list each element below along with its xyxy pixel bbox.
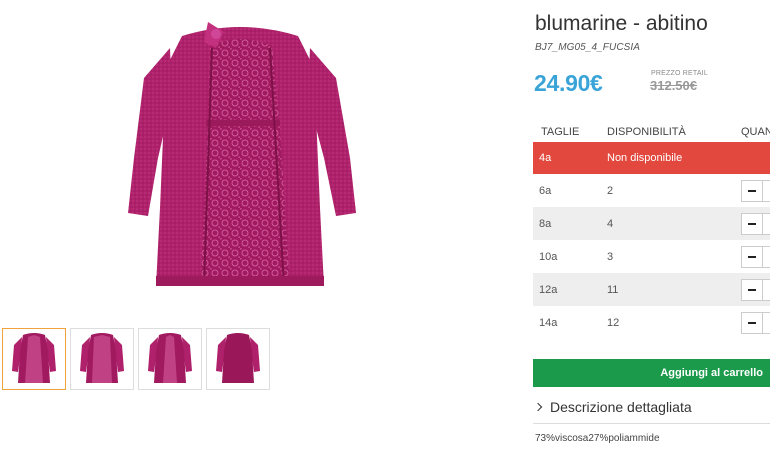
dress-thumbnail-icon xyxy=(216,333,260,383)
table-row: 10a 3 xyxy=(533,240,770,273)
size-cell: 4a xyxy=(539,152,552,164)
quantity-stepper xyxy=(741,179,770,202)
table-row: 4a Non disponibile xyxy=(533,142,770,174)
size-cell: 14a xyxy=(539,316,558,329)
quantity-stepper xyxy=(741,278,770,301)
dress-thumbnail-icon xyxy=(148,333,192,383)
divider xyxy=(533,423,770,424)
table-row: 8a 4 xyxy=(533,207,770,240)
availability-cell: 4 xyxy=(607,217,614,230)
product-main-image[interactable] xyxy=(100,8,380,300)
size-cell: 8a xyxy=(539,217,552,230)
thumbnail-gallery xyxy=(2,328,270,390)
quantity-input[interactable] xyxy=(763,212,770,235)
minus-icon[interactable] xyxy=(741,212,763,235)
minus-icon[interactable] xyxy=(741,245,763,268)
header-availability: DISPONIBILITÀ xyxy=(607,126,686,138)
sizes-table: TAGLIE DISPONIBILITÀ QUANT 4a Non dispon… xyxy=(533,126,770,339)
product-sku: BJ7_MG05_4_FUCSIA xyxy=(535,42,641,53)
size-cell: 6a xyxy=(539,184,552,197)
dress-thumbnail-icon xyxy=(80,333,124,383)
quantity-stepper xyxy=(741,311,770,334)
quantity-input[interactable] xyxy=(763,278,770,301)
thumbnail-2[interactable] xyxy=(70,328,134,390)
product-price: 24.90€ xyxy=(534,70,603,96)
quantity-stepper xyxy=(741,245,770,268)
availability-cell: 12 xyxy=(607,316,620,329)
product-info-panel: blumarine - abitino BJ7_MG05_4_FUCSIA 24… xyxy=(533,0,770,459)
availability-cell: Non disponibile xyxy=(607,152,683,164)
minus-icon[interactable] xyxy=(741,179,763,202)
description-toggle-label: Descrizione dettagliata xyxy=(550,399,692,415)
product-title: blumarine - abitino xyxy=(535,12,708,35)
table-row: 12a 11 xyxy=(533,273,770,306)
table-row: 6a 2 xyxy=(533,174,770,207)
size-cell: 10a xyxy=(539,250,558,263)
minus-icon[interactable] xyxy=(741,311,763,334)
header-sizes: TAGLIE xyxy=(541,126,580,138)
description-toggle[interactable]: Descrizione dettagliata xyxy=(533,399,692,415)
availability-cell: 2 xyxy=(607,184,614,197)
thumbnail-4[interactable] xyxy=(206,328,270,390)
thumbnail-3[interactable] xyxy=(138,328,202,390)
header-quantity: QUANT xyxy=(741,126,770,138)
retail-price-label: PREZZO RETAIL xyxy=(651,70,708,77)
table-row: 14a 12 xyxy=(533,306,770,339)
add-to-cart-button[interactable]: Aggiungi al carrello xyxy=(533,359,770,387)
quantity-input[interactable] xyxy=(763,245,770,268)
composition-text: 73%viscosa27%poliammide xyxy=(535,433,660,444)
minus-icon[interactable] xyxy=(741,278,763,301)
dress-illustration xyxy=(128,22,356,287)
thumbnail-1[interactable] xyxy=(2,328,66,390)
availability-cell: 3 xyxy=(607,250,614,263)
chevron-right-icon xyxy=(533,402,543,412)
size-cell: 12a xyxy=(539,283,558,296)
retail-price: 312.50€ xyxy=(650,78,697,93)
dress-thumbnail-icon xyxy=(12,333,56,383)
sizes-table-header: TAGLIE DISPONIBILITÀ QUANT xyxy=(533,126,770,142)
quantity-input[interactable] xyxy=(763,179,770,202)
availability-cell: 11 xyxy=(607,283,619,296)
quantity-input[interactable] xyxy=(763,311,770,334)
quantity-stepper xyxy=(741,212,770,235)
